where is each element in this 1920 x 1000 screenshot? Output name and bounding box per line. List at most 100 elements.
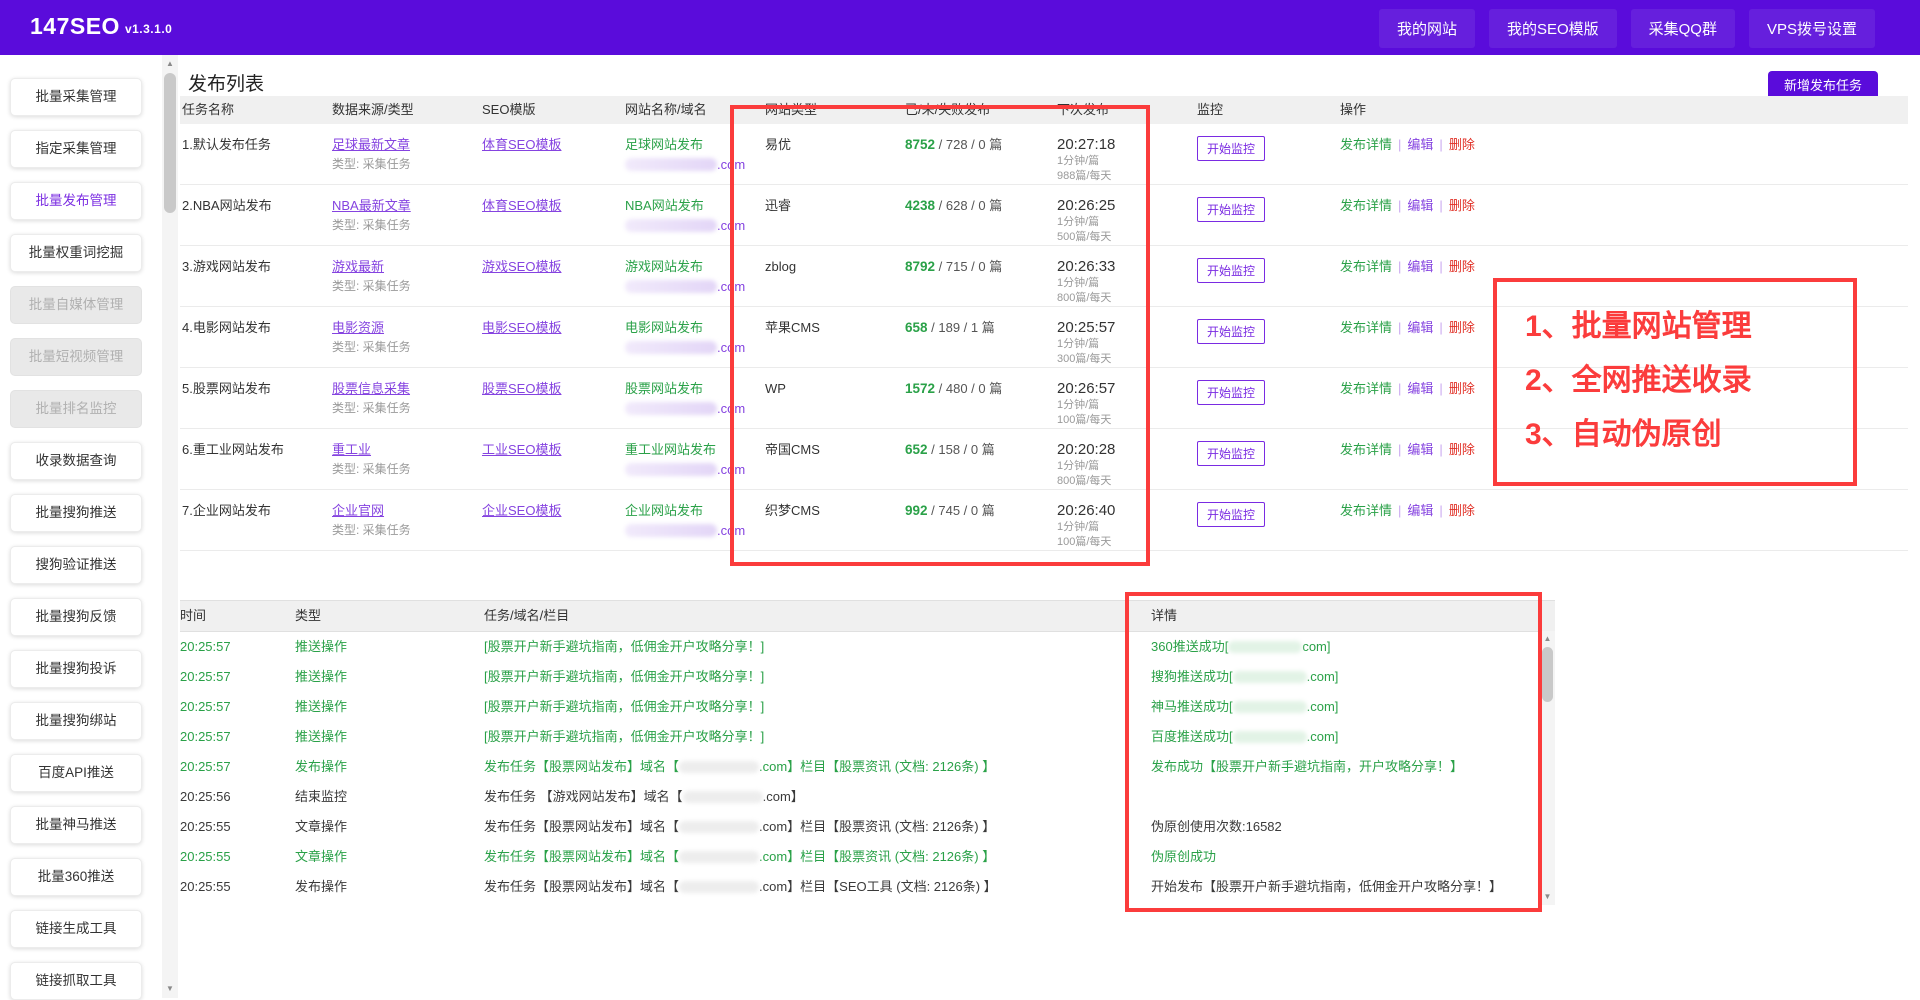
site-type: 苹果CMS bbox=[763, 307, 903, 367]
sidebar-item-9[interactable]: 批量搜狗推送 bbox=[10, 494, 142, 532]
data-source-link[interactable]: 重工业 bbox=[332, 442, 371, 457]
edit-link[interactable]: 编辑 bbox=[1407, 137, 1433, 152]
data-source-type: 类型: 采集任务 bbox=[332, 522, 476, 539]
log-scrollbar[interactable]: ▲ ▼ bbox=[1540, 631, 1555, 905]
scroll-up-icon[interactable]: ▲ bbox=[1540, 632, 1555, 646]
delete-link[interactable]: 删除 bbox=[1449, 442, 1475, 457]
nav-vps-dial-settings[interactable]: VPS拨号设置 bbox=[1749, 9, 1875, 48]
data-source-link[interactable]: NBA最新文章 bbox=[332, 198, 411, 213]
publish-details-link[interactable]: 发布详情 bbox=[1340, 137, 1392, 152]
scroll-up-icon[interactable]: ▲ bbox=[162, 57, 178, 71]
sidebar-item-2[interactable]: 指定采集管理 bbox=[10, 130, 142, 168]
sidebar-item-14[interactable]: 百度API推送 bbox=[10, 754, 142, 792]
edit-link[interactable]: 编辑 bbox=[1407, 381, 1433, 396]
edit-link[interactable]: 编辑 bbox=[1407, 259, 1433, 274]
publish-details-link[interactable]: 发布详情 bbox=[1340, 381, 1392, 396]
log-type: 推送操作 bbox=[295, 692, 484, 722]
nav-my-websites[interactable]: 我的网站 bbox=[1379, 9, 1475, 48]
sidebar-scrollbar[interactable]: ▲ ▼ bbox=[162, 55, 178, 998]
daily-quota: 100篇/每天 bbox=[1057, 536, 1191, 549]
data-source-link[interactable]: 企业官网 bbox=[332, 503, 384, 518]
sidebar-item-1[interactable]: 批量采集管理 bbox=[10, 78, 142, 116]
seo-template-link[interactable]: 游戏SEO模板 bbox=[482, 259, 561, 274]
nav-my-seo-templates[interactable]: 我的SEO模版 bbox=[1489, 9, 1617, 48]
redacted-domain bbox=[625, 280, 717, 293]
sidebar-item-11[interactable]: 批量搜狗反馈 bbox=[10, 598, 142, 636]
delete-link[interactable]: 删除 bbox=[1449, 137, 1475, 152]
redacted-domain bbox=[679, 851, 759, 863]
log-type: 推送操作 bbox=[295, 722, 484, 752]
log-detail: 开始发布【股票开户新手避坑指南，低佣金开户攻略分享！】 bbox=[1151, 872, 1555, 902]
actions-cell: 发布详情|编辑|删除 bbox=[1338, 368, 1908, 428]
next-publish-time: 20:26:57 bbox=[1057, 380, 1191, 397]
delete-link[interactable]: 删除 bbox=[1449, 259, 1475, 274]
separator: | bbox=[1398, 320, 1401, 335]
nav-qq-group[interactable]: 采集QQ群 bbox=[1631, 9, 1735, 48]
start-monitor-button[interactable]: 开始监控 bbox=[1197, 136, 1265, 161]
site-cell: 企业网站发布.com bbox=[623, 490, 763, 550]
start-monitor-button[interactable]: 开始监控 bbox=[1197, 197, 1265, 222]
log-time: 20:25:55 bbox=[180, 812, 295, 842]
data-source-link[interactable]: 股票信息采集 bbox=[332, 381, 410, 396]
delete-link[interactable]: 删除 bbox=[1449, 503, 1475, 518]
edit-link[interactable]: 编辑 bbox=[1407, 442, 1433, 457]
sidebar-item-15[interactable]: 批量神马推送 bbox=[10, 806, 142, 844]
seo-template-link[interactable]: 体育SEO模板 bbox=[482, 137, 561, 152]
sidebar-item-8[interactable]: 收录数据查询 bbox=[10, 442, 142, 480]
log-type: 发布操作 bbox=[295, 752, 484, 782]
delete-link[interactable]: 删除 bbox=[1449, 198, 1475, 213]
publish-details-link[interactable]: 发布详情 bbox=[1340, 320, 1392, 335]
task-name: 1.默认发布任务 bbox=[180, 124, 330, 184]
data-source-link[interactable]: 足球最新文章 bbox=[332, 137, 410, 152]
edit-link[interactable]: 编辑 bbox=[1407, 320, 1433, 335]
publish-details-link[interactable]: 发布详情 bbox=[1340, 259, 1392, 274]
start-monitor-button[interactable]: 开始监控 bbox=[1197, 441, 1265, 466]
start-monitor-button[interactable]: 开始监控 bbox=[1197, 258, 1265, 283]
publish-rate: 1分钟/篇 bbox=[1057, 155, 1191, 168]
app-version: v1.3.1.0 bbox=[125, 22, 172, 36]
seo-template-link[interactable]: 电影SEO模板 bbox=[482, 320, 561, 335]
next-publish-cell: 20:27:181分钟/篇988篇/每天 bbox=[1055, 124, 1195, 184]
edit-link[interactable]: 编辑 bbox=[1407, 503, 1433, 518]
pending-failed-count: / 158 / 0 篇 bbox=[928, 442, 995, 457]
daily-quota: 500篇/每天 bbox=[1057, 231, 1191, 244]
col-next-publish: 下次发布 bbox=[1055, 96, 1195, 124]
log-scrollbar-thumb[interactable] bbox=[1542, 647, 1553, 702]
data-source-link[interactable]: 电影资源 bbox=[332, 320, 384, 335]
publish-details-link[interactable]: 发布详情 bbox=[1340, 442, 1392, 457]
redacted-domain bbox=[679, 881, 759, 893]
data-source-link[interactable]: 游戏最新 bbox=[332, 259, 384, 274]
sidebar-item-3[interactable]: 批量发布管理 bbox=[10, 182, 142, 220]
seo-template-link[interactable]: 体育SEO模板 bbox=[482, 198, 561, 213]
sidebar-item-12[interactable]: 批量搜狗投诉 bbox=[10, 650, 142, 688]
log-row: 20:25:55文章操作发布任务【股票网站发布】域名【.com】栏目【股票资讯 … bbox=[180, 812, 1555, 842]
sidebar-item-10[interactable]: 搜狗验证推送 bbox=[10, 546, 142, 584]
sidebar-item-4[interactable]: 批量权重词挖掘 bbox=[10, 234, 142, 272]
sidebar-scrollbar-thumb[interactable] bbox=[164, 73, 176, 213]
scroll-down-icon[interactable]: ▼ bbox=[1540, 890, 1555, 904]
start-monitor-button[interactable]: 开始监控 bbox=[1197, 319, 1265, 344]
delete-link[interactable]: 删除 bbox=[1449, 320, 1475, 335]
seo-template-link[interactable]: 股票SEO模板 bbox=[482, 381, 561, 396]
delete-link[interactable]: 删除 bbox=[1449, 381, 1475, 396]
log-row: 20:25:57发布操作发布任务【股票网站发布】域名【.com】栏目【股票资讯 … bbox=[180, 752, 1555, 782]
start-monitor-button[interactable]: 开始监控 bbox=[1197, 380, 1265, 405]
seo-template-link[interactable]: 企业SEO模板 bbox=[482, 503, 561, 518]
edit-link[interactable]: 编辑 bbox=[1407, 198, 1433, 213]
sidebar-item-18[interactable]: 链接抓取工具 bbox=[10, 962, 142, 1000]
col-site-name: 网站名称/域名 bbox=[623, 96, 763, 124]
sidebar-item-17[interactable]: 链接生成工具 bbox=[10, 910, 142, 948]
start-monitor-button[interactable]: 开始监控 bbox=[1197, 502, 1265, 527]
seo-template-link[interactable]: 工业SEO模板 bbox=[482, 442, 561, 457]
domain-suffix: .com bbox=[717, 157, 745, 172]
data-source-type: 类型: 采集任务 bbox=[332, 278, 476, 295]
scroll-down-icon[interactable]: ▼ bbox=[162, 982, 178, 996]
publish-details-link[interactable]: 发布详情 bbox=[1340, 503, 1392, 518]
sidebar-item-13[interactable]: 批量搜狗绑站 bbox=[10, 702, 142, 740]
publish-details-link[interactable]: 发布详情 bbox=[1340, 198, 1392, 213]
log-table: 时间 类型 任务/域名/栏目 详情 20:25:57推送操作[股票开户新手避坑指… bbox=[180, 600, 1555, 905]
sidebar-item-16[interactable]: 批量360推送 bbox=[10, 858, 142, 896]
separator: | bbox=[1439, 442, 1442, 457]
data-source-type: 类型: 采集任务 bbox=[332, 400, 476, 417]
separator: | bbox=[1398, 442, 1401, 457]
